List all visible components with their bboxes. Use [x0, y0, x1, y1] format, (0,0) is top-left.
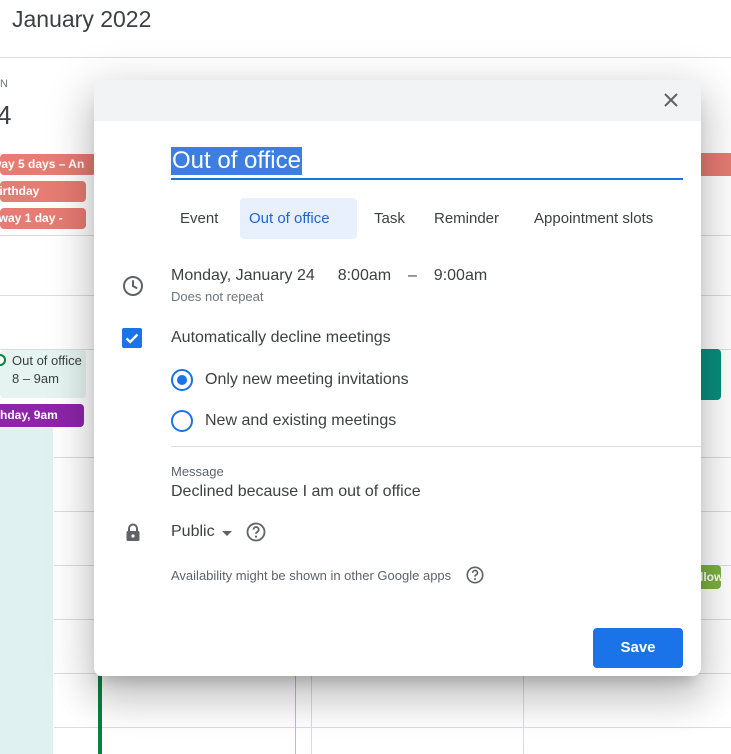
check-icon [125, 333, 139, 344]
tab-reminder[interactable]: Reminder [425, 198, 517, 239]
event-date[interactable]: Monday, January 24 [171, 267, 315, 284]
end-time[interactable]: 9:00am [434, 267, 487, 284]
dropdown-arrow-icon[interactable] [222, 531, 232, 536]
tab-task[interactable]: Task [365, 198, 417, 239]
day-column-divider [311, 676, 312, 754]
close-button[interactable] [657, 86, 685, 114]
ooo-day-block[interactable] [0, 428, 53, 754]
chip-label: birthday [0, 184, 40, 198]
day-column-divider [523, 676, 524, 754]
all-day-chip-right[interactable] [700, 153, 731, 176]
event-chip-right[interactable]: llow [700, 565, 721, 589]
message-field[interactable]: Declined because I am out of office [171, 483, 421, 501]
radio-new-and-existing[interactable] [171, 410, 193, 432]
chip-label: llow [700, 570, 721, 584]
event-card-right[interactable] [700, 349, 721, 400]
start-time[interactable]: 8:00am [338, 267, 391, 284]
current-event-bar [98, 676, 102, 754]
chip-label: away 1 day - [0, 211, 63, 225]
calendar-app: January 2022 N 4 way 5 days – An birthda… [0, 0, 731, 754]
tab-appointment-slots[interactable]: Appointment slots [525, 198, 685, 239]
tab-event[interactable]: Event [171, 198, 231, 239]
auto-decline-label[interactable]: Automatically decline meetings [171, 329, 391, 347]
all-day-chip-birthday[interactable]: birthday [0, 181, 86, 202]
dialog-header [94, 80, 701, 121]
ooo-event-card[interactable]: Out of office 8 – 9am [0, 350, 86, 398]
title-input-value: Out of office [171, 147, 302, 175]
event-dialog: Out of office Event Out of office Task R… [94, 80, 701, 676]
availability-note: Availability might be shown in other Goo… [171, 568, 452, 583]
birthday-event-chip[interactable]: thday, 9am [0, 404, 84, 427]
section-divider [171, 446, 701, 447]
chip-label: thday, 9am [0, 408, 58, 422]
hour-line [54, 727, 731, 728]
close-icon [664, 93, 678, 107]
auto-decline-checkbox[interactable] [122, 328, 142, 348]
date-time-row[interactable]: Monday, January 24 8:00am – 9:00am [171, 267, 487, 285]
message-label: Message [171, 464, 224, 479]
ooo-event-icon [0, 354, 6, 366]
radio-only-new-label[interactable]: Only new meeting invitations [205, 371, 409, 389]
ooo-event-title: Out of office [12, 353, 82, 368]
tab-out-of-office[interactable]: Out of office [240, 198, 357, 239]
ooo-event-time: 8 – 9am [12, 371, 59, 386]
all-day-chip-away-5-days[interactable]: way 5 days – An [0, 154, 96, 175]
lock-icon [126, 523, 140, 541]
chip-label: way 5 days – An [0, 157, 85, 171]
radio-selected-dot [177, 375, 187, 385]
clock-icon [123, 276, 143, 296]
day-number[interactable]: 4 [0, 100, 11, 131]
radio-new-and-existing-label[interactable]: New and existing meetings [205, 412, 396, 430]
visibility-dropdown[interactable]: Public [171, 523, 215, 541]
save-button[interactable]: Save [593, 628, 683, 668]
help-icon[interactable] [245, 521, 267, 543]
all-day-chip-away-1-day[interactable]: away 1 day - [0, 208, 86, 229]
month-title: January 2022 [12, 6, 152, 32]
event-edge [295, 676, 296, 754]
repeat-setting[interactable]: Does not repeat [171, 289, 264, 304]
title-input[interactable]: Out of office [171, 144, 683, 180]
help-icon[interactable] [465, 565, 485, 585]
radio-only-new[interactable] [171, 369, 193, 391]
day-letter: N [0, 78, 8, 90]
header-divider [0, 57, 731, 58]
time-separator: – [407, 267, 417, 284]
